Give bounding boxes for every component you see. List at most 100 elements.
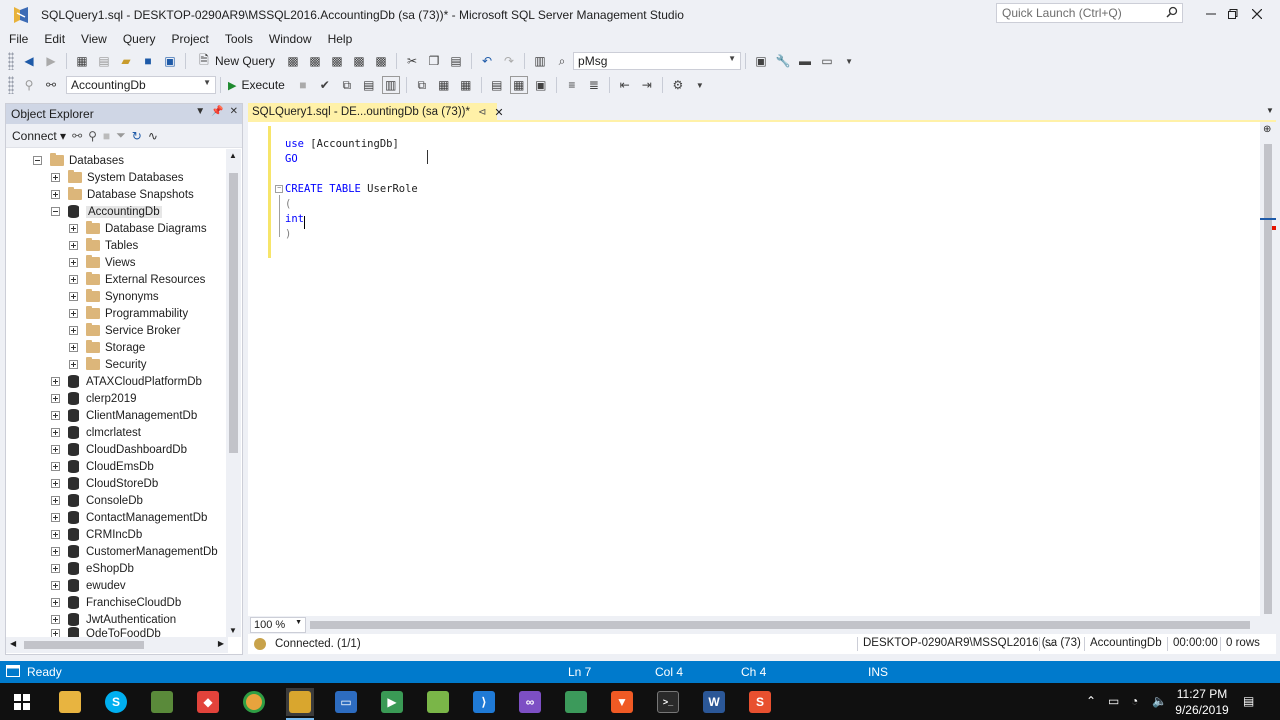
live-stats-icon[interactable]: ▦ [435, 76, 453, 94]
expand-icon[interactable] [51, 547, 60, 556]
tree-node-database[interactable]: CloudDashboardDb [51, 441, 187, 458]
expand-icon[interactable] [69, 343, 78, 352]
menu-edit[interactable]: Edit [36, 32, 73, 46]
tree-node-views[interactable]: Views [69, 254, 135, 271]
close-panel-icon[interactable]: ✕ [230, 106, 238, 117]
tree-node-database[interactable]: clerp2019 [51, 390, 137, 407]
database-engine-query-icon[interactable]: ▩ [284, 52, 302, 70]
menu-help[interactable]: Help [320, 32, 361, 46]
expand-icon[interactable] [51, 377, 60, 386]
fold-collapse-icon[interactable]: − [275, 185, 283, 193]
new-query-button[interactable]: 🗎 New Query [190, 51, 282, 71]
close-window-button[interactable] [1234, 0, 1280, 28]
mdx-query-icon[interactable]: ▩ [306, 52, 324, 70]
menu-project[interactable]: Project [164, 32, 217, 46]
scrollbar-thumb[interactable] [1264, 144, 1272, 614]
scrollbar-thumb[interactable] [24, 641, 144, 649]
tree-node-database[interactable]: ATAXCloudPlatformDb [51, 373, 202, 390]
expand-icon[interactable] [69, 241, 78, 250]
zoom-combo[interactable]: 100 % ▼ [250, 617, 306, 633]
add-item-icon[interactable]: ▤ [95, 52, 113, 70]
collapse-icon[interactable] [51, 207, 60, 216]
close-tab-icon[interactable]: ✕ [494, 106, 503, 119]
expand-icon[interactable] [51, 496, 60, 505]
copy-icon[interactable]: ❐ [425, 52, 443, 70]
chrome-icon[interactable] [240, 688, 268, 716]
results-to-file-icon[interactable]: ▣ [532, 76, 550, 94]
query-designer-icon[interactable]: ▤ [360, 76, 378, 94]
scrollbar-thumb[interactable] [229, 173, 238, 453]
toolbar-grip[interactable] [8, 76, 14, 94]
tree-node-database[interactable]: ClientManagementDb [51, 407, 197, 424]
expand-icon[interactable] [51, 411, 60, 420]
menu-window[interactable]: Window [261, 32, 320, 46]
dax-query-icon[interactable]: ▩ [372, 52, 390, 70]
tree-node-database-diagrams[interactable]: Database Diagrams [69, 220, 207, 237]
filter-icon[interactable]: ⏷ [116, 128, 126, 143]
window-position-icon[interactable]: ▼ [195, 106, 205, 117]
dmx-query-icon[interactable]: ▩ [328, 52, 346, 70]
tree-node-databases[interactable]: Databases [33, 152, 124, 169]
comment-icon[interactable]: ≡ [563, 76, 581, 94]
windows-start-icon[interactable] [8, 688, 36, 716]
expand-icon[interactable] [51, 598, 60, 607]
tree-node-database[interactable]: eShopDb [51, 560, 134, 577]
scroll-down-icon[interactable]: ▼ [229, 626, 237, 635]
expand-icon[interactable] [69, 309, 78, 318]
tree-node-database[interactable]: ewudev [51, 577, 126, 594]
tree-node-database[interactable]: clmcrlatest [51, 424, 141, 441]
refresh-icon[interactable]: ↻ [132, 129, 142, 143]
pin-tab-icon[interactable]: ⊲ [478, 107, 486, 118]
tree-node-security[interactable]: Security [69, 356, 147, 373]
save-icon[interactable]: ■ [139, 52, 157, 70]
intellisense-icon[interactable]: ▥ [381, 76, 400, 94]
tree-node-database[interactable]: FranchiseCloudDb [51, 594, 181, 611]
menu-view[interactable]: View [73, 32, 115, 46]
specify-values-icon[interactable]: ⚙ [669, 76, 687, 94]
display-plan-icon[interactable]: ⧉ [338, 76, 356, 94]
expand-icon[interactable] [51, 564, 60, 573]
stop-icon[interactable]: ■ [103, 129, 110, 143]
quick-launch-input[interactable]: Quick Launch (Ctrl+Q) [996, 3, 1183, 23]
toolbar-options-icon[interactable]: ▼ [691, 76, 709, 94]
disconnect-icon[interactable]: ⚲ [88, 129, 97, 143]
expand-icon[interactable] [51, 629, 60, 637]
ssms-taskbar-icon[interactable] [286, 688, 314, 720]
expand-icon[interactable] [51, 530, 60, 539]
split-icon[interactable]: ⊕ [1263, 124, 1271, 135]
back-icon[interactable]: ◀ [20, 52, 38, 70]
collapse-icon[interactable] [33, 156, 42, 165]
forward-icon[interactable]: ▶ [42, 52, 60, 70]
increase-indent-icon[interactable]: ⇥ [638, 76, 656, 94]
change-connection-icon[interactable]: ⚯ [42, 76, 60, 94]
expand-icon[interactable] [51, 394, 60, 403]
tree-node-system-databases[interactable]: System Databases [51, 169, 184, 186]
tree-node-database[interactable]: ConsoleDb [51, 492, 143, 509]
stop-icon[interactable]: ■ [294, 76, 312, 94]
notepad-icon[interactable] [424, 688, 452, 716]
activity-icon[interactable]: ∿ [148, 129, 158, 143]
expand-icon[interactable] [51, 190, 60, 199]
undo-icon[interactable]: ↶ [478, 52, 496, 70]
file-explorer-icon[interactable] [56, 688, 84, 716]
scroll-up-icon[interactable]: ▲ [229, 151, 237, 160]
results-to-text-icon[interactable]: ▤ [488, 76, 506, 94]
expand-icon[interactable] [51, 615, 60, 624]
sql-ops-icon[interactable] [562, 688, 590, 716]
editor-vertical-scrollbar[interactable]: ⊕ [1260, 122, 1276, 616]
connect-object-icon[interactable]: ⚯ [72, 129, 82, 143]
connect-dropdown[interactable]: Connect ▾ [12, 129, 66, 143]
results-to-grid-icon[interactable]: ▦ [509, 76, 528, 94]
sql-editor[interactable]: use [AccountingDb] GO − CREATE TABLE Use… [248, 122, 1260, 616]
available-databases-combo[interactable]: AccountingDb ▼ [66, 76, 216, 94]
expand-icon[interactable] [69, 360, 78, 369]
document-tab-sqlquery1[interactable]: SQLQuery1.sql - DE...ountingDb (sa (73))… [248, 103, 504, 121]
properties-icon[interactable]: 🔧 [774, 52, 792, 70]
media-app-icon[interactable]: ▶ [378, 688, 406, 716]
toolbox-icon[interactable]: ▬ [796, 52, 814, 70]
expand-icon[interactable] [51, 581, 60, 590]
expand-icon[interactable] [51, 173, 60, 182]
sublime-icon[interactable]: S [746, 688, 774, 716]
tree-node-service-broker[interactable]: Service Broker [69, 322, 180, 339]
execute-button[interactable]: ▶ Execute [225, 75, 292, 95]
